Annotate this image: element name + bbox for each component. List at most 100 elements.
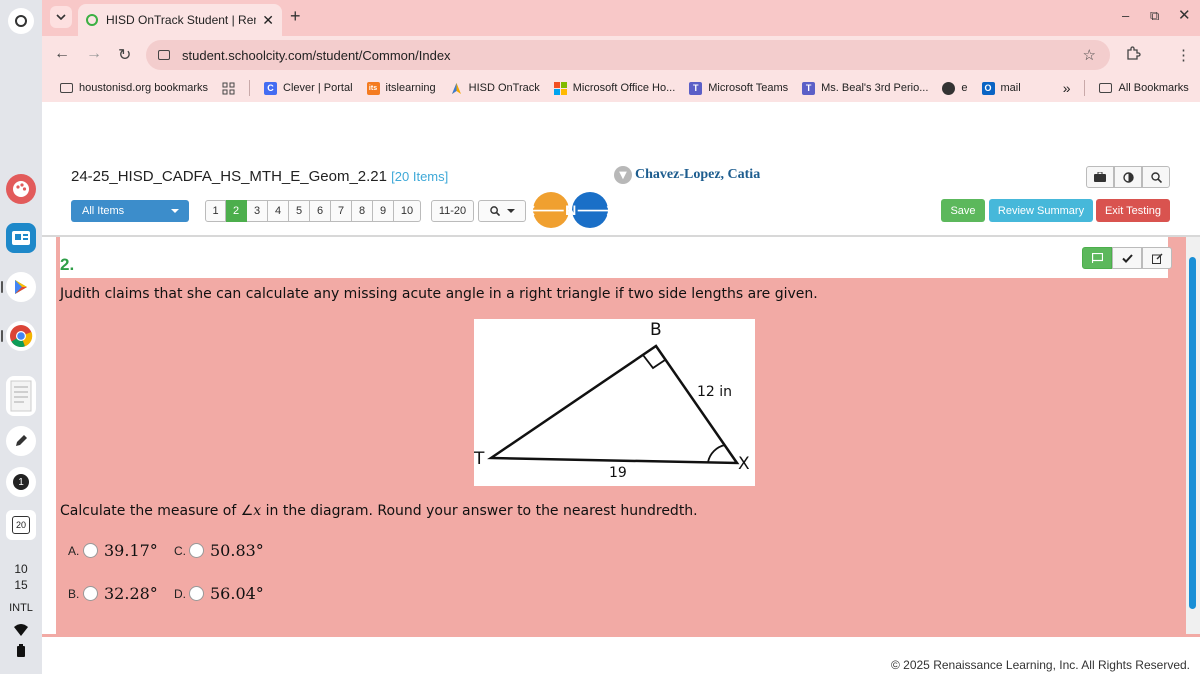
launcher-button[interactable] [8, 8, 34, 34]
scrollbar-thumb[interactable] [1189, 257, 1196, 609]
chrome-icon[interactable] [6, 321, 36, 351]
os-shelf: 1 20 10 15 INTL [0, 0, 42, 674]
choice-letter: A. [68, 543, 80, 558]
tab-search-button[interactable] [50, 6, 72, 28]
tab-title: HISD OnTrack Student | Renais [106, 13, 256, 27]
bookmark-teams[interactable]: T Microsoft Teams [689, 81, 789, 95]
next-question-button[interactable]: N 🡒 [566, 192, 614, 228]
previous-question-button[interactable]: 🡐 P [528, 192, 574, 228]
choice-radio[interactable] [83, 586, 98, 601]
question-prompt: Calculate the measure of ∠x in the diagr… [60, 503, 698, 519]
document-thumbnail-icon[interactable] [6, 376, 36, 416]
menu-kebab-icon[interactable]: ⋮ [1176, 46, 1191, 64]
bookmark-office[interactable]: Microsoft Office Ho... [553, 81, 675, 95]
ontrack-icon [451, 82, 461, 94]
input-locale[interactable]: INTL [0, 602, 42, 614]
forward-icon[interactable]: → [86, 45, 102, 63]
choice-a[interactable]: A. 39.17° [68, 541, 158, 560]
prompt-start: Calculate the measure of ∠ [60, 503, 254, 519]
next-range-button[interactable]: 11-20 [431, 200, 474, 222]
toolbox-icon[interactable] [1086, 166, 1114, 188]
classroom-app-icon[interactable] [6, 223, 36, 253]
page-button-6[interactable]: 6 [310, 200, 331, 222]
search-dropdown[interactable] [478, 200, 526, 222]
restore-icon[interactable]: ⧉ [1150, 8, 1159, 24]
bookmarks-separator [249, 80, 251, 96]
choice-letter: D. [174, 586, 186, 601]
close-tab-icon[interactable]: ✕ [262, 12, 274, 29]
back-icon[interactable]: ← [54, 45, 70, 63]
page-button-2[interactable]: 2 [226, 200, 247, 222]
wifi-icon[interactable] [0, 624, 42, 639]
bookmark-clever[interactable]: C Clever | Portal [264, 81, 353, 95]
review-summary-button[interactable]: Review Summary [989, 199, 1093, 222]
minimize-icon[interactable]: – [1122, 8, 1129, 23]
triangle-shape [487, 344, 740, 465]
play-store-icon[interactable] [6, 272, 36, 302]
palette-app-icon[interactable] [6, 174, 36, 204]
running-indicator [1, 330, 3, 342]
exit-testing-button[interactable]: Exit Testing [1096, 199, 1170, 222]
page-button-7[interactable]: 7 [331, 200, 352, 222]
choice-d[interactable]: D. 56.04° [174, 584, 264, 603]
bookmarks-overflow-button[interactable]: » [1063, 80, 1071, 96]
close-window-icon[interactable]: ✕ [1178, 6, 1191, 24]
vertex-x-label: X [738, 454, 750, 474]
battery-icon[interactable] [0, 644, 42, 660]
pen-icon[interactable] [6, 426, 36, 456]
browser-tab[interactable]: HISD OnTrack Student | Renais ✕ [78, 4, 282, 36]
page-button-4[interactable]: 4 [268, 200, 289, 222]
bookmark-e[interactable]: e [942, 81, 968, 95]
next-label: N [566, 202, 577, 218]
notes-edit-icon[interactable] [1142, 247, 1172, 269]
bookmark-star-icon[interactable]: ☆ [1083, 46, 1096, 64]
zoom-icon[interactable] [1142, 166, 1170, 188]
notification-badge[interactable]: 1 [6, 467, 36, 497]
choice-value: 50.83° [210, 541, 264, 560]
apps-grid-button[interactable] [222, 82, 235, 95]
checkmark-icon[interactable] [1112, 247, 1142, 269]
item-filter-dropdown[interactable]: All Items [71, 200, 189, 222]
reload-icon[interactable]: ↻ [118, 45, 131, 65]
calendar-icon[interactable]: 20 [6, 510, 36, 540]
question-scrollbar[interactable] [1186, 237, 1200, 634]
choice-radio[interactable] [189, 543, 204, 558]
new-tab-button[interactable]: + [290, 6, 301, 27]
browser-toolbar: ← → ↻ student.schoolcity.com/student/Com… [42, 36, 1200, 74]
bookmarks-separator [1084, 80, 1086, 96]
all-bookmarks-button[interactable]: All Bookmarks [1099, 82, 1189, 94]
bookmark-ms-beal[interactable]: T Ms. Beal's 3rd Perio... [802, 81, 928, 95]
choice-radio[interactable] [83, 543, 98, 558]
save-button[interactable]: Save [941, 199, 985, 222]
page-button-3[interactable]: 3 [247, 200, 268, 222]
flag-icon[interactable] [1082, 247, 1112, 269]
choice-c[interactable]: C. 50.83° [174, 541, 264, 560]
arrow-left-icon: 🡐 [527, 201, 566, 218]
choice-letter: B. [68, 586, 80, 601]
bookmark-houstonisd[interactable]: houstonisd.org bookmarks [60, 82, 208, 94]
site-info-icon[interactable] [158, 50, 170, 60]
bookmark-label: Microsoft Teams [708, 82, 789, 94]
page-button-9[interactable]: 9 [373, 200, 394, 222]
address-bar[interactable]: student.schoolcity.com/student/Common/In… [146, 40, 1110, 70]
bookmark-ontrack[interactable]: HISD OnTrack [450, 82, 540, 95]
side-bx-label: 12 in [697, 384, 732, 400]
question-panel: 2. Judith claims that she can calculate … [56, 237, 1186, 634]
page-button-5[interactable]: 5 [289, 200, 310, 222]
question-text: Judith claims that she can calculate any… [60, 286, 818, 302]
page-button-8[interactable]: 8 [352, 200, 373, 222]
notification-count: 1 [13, 474, 29, 490]
page-button-1[interactable]: 1 [205, 200, 226, 222]
extensions-icon[interactable] [1126, 46, 1141, 65]
triangle-figure: B T X 12 in 19 [473, 319, 755, 486]
bookmark-mail[interactable]: O mail [981, 81, 1021, 95]
choice-b[interactable]: B. 32.28° [68, 584, 158, 603]
choice-radio[interactable] [189, 586, 204, 601]
student-menu[interactable]: ▼ Chavez-Lopez, Catia [614, 166, 760, 184]
contrast-icon[interactable] [1114, 166, 1142, 188]
running-indicator [1, 281, 3, 293]
chevron-down-icon [56, 14, 66, 20]
bookmark-itslearning[interactable]: its itslearning [366, 81, 436, 95]
page-button-10[interactable]: 10 [394, 200, 421, 222]
folder-icon [1099, 83, 1113, 93]
